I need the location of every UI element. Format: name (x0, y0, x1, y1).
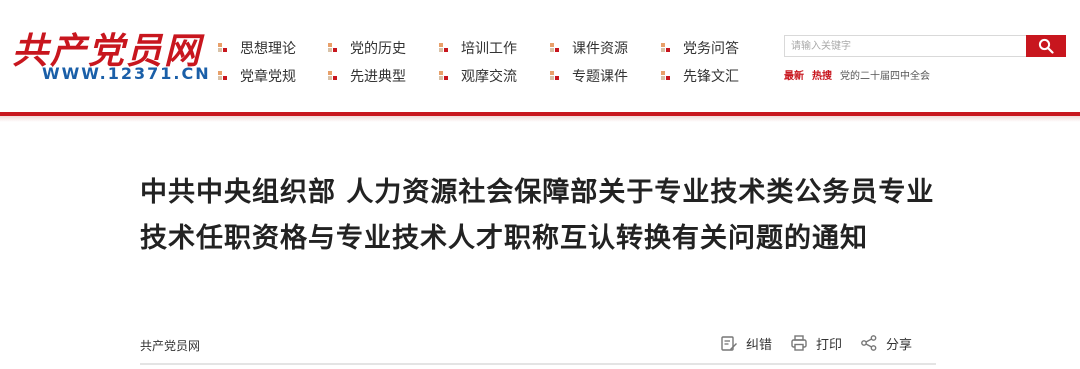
dots-icon (550, 43, 560, 53)
dots-icon (439, 71, 449, 81)
nav-label: 党务问答 (683, 41, 739, 57)
dots-icon (550, 71, 560, 81)
nav-label: 培训工作 (461, 41, 517, 57)
nav-item-qa[interactable]: 党务问答 (661, 38, 739, 58)
nav-label: 观摩交流 (461, 69, 517, 85)
edit-icon (721, 336, 737, 351)
nav-item-exchange[interactable]: 观摩交流 (439, 66, 517, 86)
nav-label: 先锋文汇 (683, 69, 739, 85)
share-label: 分享 (886, 337, 913, 353)
nav-item-training[interactable]: 培训工作 (439, 38, 517, 58)
nav-item-regulations[interactable]: 党章党规 (218, 66, 296, 86)
nav-item-history[interactable]: 党的历史 (328, 38, 406, 58)
dots-icon (218, 71, 228, 81)
main-nav: 思想理论 党的历史 培训工作 课件资源 党务问答 党章党规 先进典型 观摩交流 … (218, 38, 778, 94)
logo-url: WWW.12371.CN (42, 64, 211, 83)
nav-label: 专题课件 (572, 69, 628, 85)
search-icon (1038, 38, 1054, 54)
topic-link[interactable]: 党的二十届四中全会 (840, 67, 930, 82)
share-button[interactable]: 分享 (860, 334, 912, 353)
print-label: 打印 (816, 337, 843, 353)
nav-item-theory[interactable]: 思想理论 (218, 38, 296, 58)
article-meta-bar: 共产党员网 纠错 打印 分享 (140, 328, 940, 358)
dots-icon (661, 71, 671, 81)
dots-icon (328, 43, 338, 53)
quick-links: 最新 热搜 党的二十届四中全会 (784, 67, 938, 82)
nav-label: 思想理论 (240, 41, 296, 57)
site-logo[interactable]: 共产党员网 WWW.12371.CN (8, 22, 209, 88)
nav-label: 先进典型 (350, 69, 406, 85)
correct-button[interactable]: 纠错 (720, 334, 772, 353)
search-input[interactable] (784, 35, 1026, 57)
latest-link[interactable]: 最新 (784, 67, 804, 82)
share-icon (861, 335, 877, 351)
article-actions: 纠错 打印 分享 (720, 332, 930, 354)
meta-divider (140, 363, 936, 365)
search-box (784, 35, 1066, 57)
print-button[interactable]: 打印 (790, 334, 842, 353)
header-divider-shadow (0, 116, 1080, 122)
nav-item-courseware[interactable]: 课件资源 (550, 38, 628, 58)
dots-icon (439, 43, 449, 53)
printer-icon (791, 335, 807, 351)
dots-icon (218, 43, 228, 53)
search-button[interactable] (1026, 35, 1066, 57)
site-header: 共产党员网 WWW.12371.CN 思想理论 党的历史 培训工作 课件资源 党… (0, 0, 1080, 113)
nav-item-special-courseware[interactable]: 专题课件 (550, 66, 628, 86)
correct-label: 纠错 (746, 337, 773, 353)
dots-icon (661, 43, 671, 53)
article-title: 中共中央组织部 人力资源社会保障部关于专业技术类公务员专业技术任职资格与专业技术… (140, 177, 935, 254)
hot-search-link[interactable]: 热搜 (812, 67, 832, 82)
nav-item-models[interactable]: 先进典型 (328, 66, 406, 86)
nav-item-essays[interactable]: 先锋文汇 (661, 66, 739, 86)
nav-label: 课件资源 (572, 41, 628, 57)
dots-icon (328, 71, 338, 81)
nav-label: 党章党规 (240, 69, 296, 85)
nav-label: 党的历史 (350, 41, 406, 57)
article-source: 共产党员网 (140, 339, 201, 353)
